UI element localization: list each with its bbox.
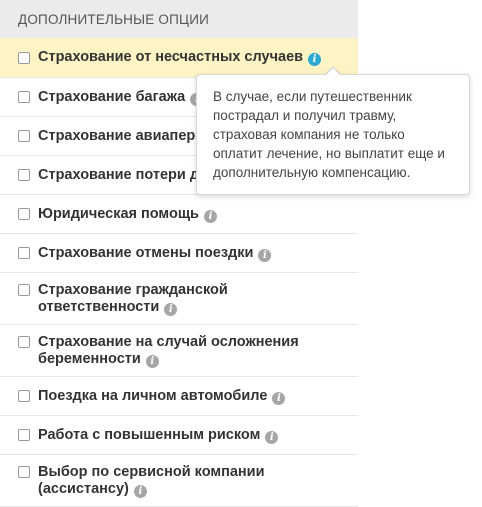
info-icon[interactable]: i (265, 430, 279, 444)
info-icon[interactable]: i (272, 391, 286, 405)
option-row-legal[interactable]: Юридическая помощь i (0, 195, 358, 234)
option-label: Страхование от несчастных случаев (38, 49, 304, 65)
option-label: Юридическая помощь (38, 205, 199, 222)
option-row-accident[interactable]: Страхование от несчастных случаев i (0, 38, 358, 78)
option-checkbox[interactable] (18, 284, 30, 296)
option-row-high-risk-work[interactable]: Работа с повышенным риском i (0, 416, 358, 455)
info-icon[interactable]: i (258, 248, 272, 262)
option-checkbox[interactable] (18, 51, 30, 64)
option-label: Страхование багажа (38, 88, 186, 105)
option-checkbox[interactable] (18, 91, 30, 103)
info-icon[interactable]: i (308, 53, 322, 66)
option-checkbox[interactable] (18, 336, 30, 348)
option-checkbox[interactable] (18, 429, 30, 441)
tooltip-arrow-inner (326, 68, 340, 75)
option-checkbox[interactable] (18, 208, 30, 220)
option-checkbox[interactable] (18, 130, 30, 142)
option-checkbox[interactable] (18, 466, 30, 478)
option-label: Выбор по сервисной компании (ассистансу) (38, 463, 265, 497)
option-checkbox[interactable] (18, 169, 30, 181)
tooltip-text: В случае, если путешественник пострадал … (213, 89, 445, 180)
option-label: Работа с повышенным риском (38, 426, 261, 443)
info-icon[interactable]: i (133, 484, 147, 498)
info-icon[interactable]: i (203, 209, 217, 223)
info-icon[interactable]: i (145, 354, 159, 368)
info-icon[interactable]: i (164, 302, 178, 316)
option-row-assistance[interactable]: Выбор по сервисной компании (ассистансу)… (0, 455, 358, 507)
option-row-cancellation[interactable]: Страхование отмены поездки i (0, 234, 358, 273)
option-label: Страхование гражданской ответственности (38, 281, 228, 315)
option-label: Страхование на случай осложнения беремен… (38, 333, 299, 367)
option-label: Страхование отмены поездки (38, 244, 254, 261)
option-checkbox[interactable] (18, 247, 30, 259)
option-checkbox[interactable] (18, 390, 30, 402)
option-row-car-trip[interactable]: Поездка на личном автомобиле i (0, 377, 358, 416)
option-row-liability[interactable]: Страхование гражданской ответственности i (0, 273, 358, 325)
info-tooltip: В случае, если путешественник пострадал … (196, 74, 470, 195)
option-label: Поездка на личном автомобиле (38, 387, 268, 404)
section-title: Дополнительные опции (0, 0, 358, 38)
option-row-pregnancy[interactable]: Страхование на случай осложнения беремен… (0, 325, 358, 377)
